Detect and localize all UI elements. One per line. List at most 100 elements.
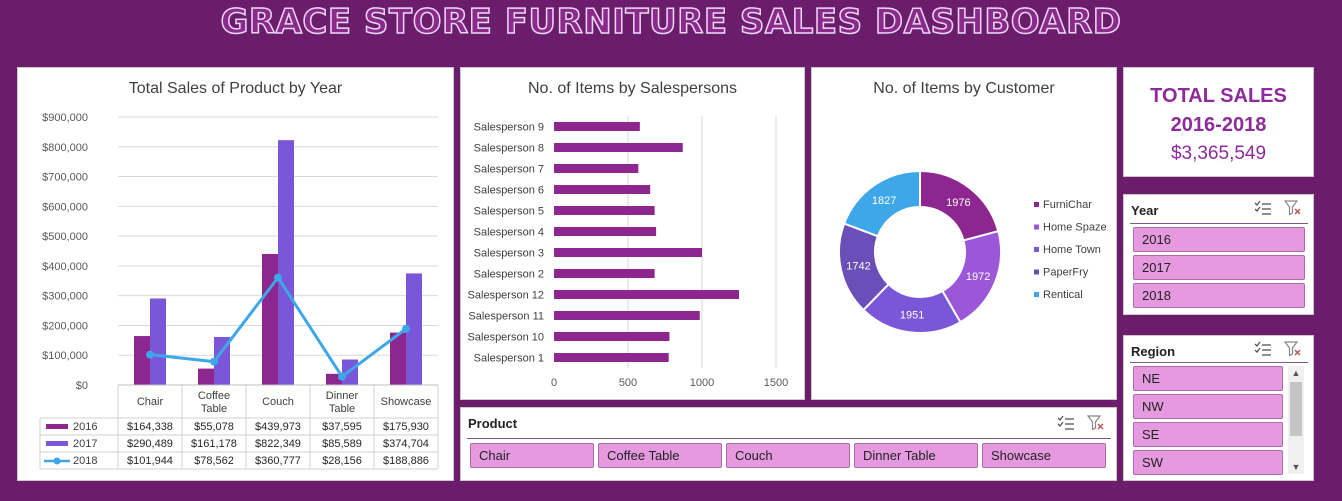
region-slicer-item[interactable]: SE xyxy=(1133,422,1283,447)
category-label: Salesperson 2 xyxy=(474,269,544,281)
point-2018 xyxy=(274,273,282,282)
table-cell: $822,349 xyxy=(255,438,301,450)
region-slicer-item[interactable]: SW xyxy=(1133,450,1283,475)
region-slicer-item[interactable]: NE xyxy=(1133,366,1283,391)
x-category-label: Table xyxy=(201,403,227,415)
salespersons-panel: No. of Items by Salespersons 0 500 1000 150… xyxy=(460,67,805,400)
table-cell: $78,562 xyxy=(194,455,234,467)
customers-panel: No. of Items by Customer 1976 1972 1951 174… xyxy=(811,67,1117,400)
slice-label: 1976 xyxy=(946,197,970,209)
x-tick-label: 1000 xyxy=(690,377,714,389)
clear-filter-icon[interactable] xyxy=(1284,341,1302,357)
scroll-thumb[interactable] xyxy=(1290,382,1302,436)
bar-2017 xyxy=(278,140,294,385)
dashboard-title: GRACE STORE FURNITURE SALES DASHBOARD xyxy=(220,1,1122,43)
bar-2016 xyxy=(198,368,214,385)
legend-key xyxy=(1034,269,1039,275)
legend-key xyxy=(1034,247,1039,252)
region-slicer-item[interactable]: NW xyxy=(1133,394,1283,419)
table-cell: $188,886 xyxy=(383,455,429,467)
legend-label: Rentical xyxy=(1043,289,1083,301)
slice-label: 1972 xyxy=(966,271,990,283)
product-slicer-item[interactable]: Dinner Table xyxy=(854,443,978,468)
legend-label-2017: 2017 xyxy=(73,438,97,450)
region-slicer-divider xyxy=(1130,362,1308,363)
multi-select-icon[interactable] xyxy=(1254,200,1272,216)
x-category-label: Showcase xyxy=(381,396,432,408)
slice-label: 1742 xyxy=(846,261,870,273)
legend-key xyxy=(1034,292,1039,297)
product-slicer-divider xyxy=(467,438,1111,439)
salesperson-bar xyxy=(554,185,651,194)
salesperson-bar xyxy=(554,164,639,173)
product-slicer-item[interactable]: Couch xyxy=(726,443,850,468)
slice-label: 1827 xyxy=(872,195,896,207)
table-cell: $290,489 xyxy=(127,438,173,450)
customers-donut-chart: 1976 1972 1951 1742 1827 FurniChar Home Spaze H… xyxy=(838,169,1107,334)
year-slicer-item[interactable]: 2017 xyxy=(1133,255,1305,280)
multi-select-icon[interactable] xyxy=(1254,341,1272,357)
sales-by-year-panel: Total Sales of Product by Year $0 $100,00… xyxy=(17,67,454,481)
product-slicer-item[interactable]: Coffee Table xyxy=(598,443,722,468)
legend-label: FurniChar xyxy=(1043,199,1092,211)
y-tick-label: $400,000 xyxy=(42,261,88,273)
year-slicer-divider xyxy=(1130,223,1308,224)
bar-2016 xyxy=(134,336,150,385)
table-cell: $85,589 xyxy=(322,438,362,450)
category-label: Salesperson 11 xyxy=(468,311,544,323)
x-tick-label: 500 xyxy=(619,377,637,389)
y-tick-label: $300,000 xyxy=(42,291,88,303)
product-slicer-item[interactable]: Chair xyxy=(470,443,594,468)
y-tick-label: $0 xyxy=(76,380,88,392)
table-cell: $101,944 xyxy=(127,455,173,467)
category-label: Salesperson 12 xyxy=(468,290,544,302)
table-cell: $164,338 xyxy=(127,421,173,433)
region-slicer: Region NE NW SE SW ▲ ▼ xyxy=(1123,335,1314,481)
product-slicer-item[interactable]: Showcase xyxy=(982,443,1106,468)
y-tick-label: $800,000 xyxy=(42,142,88,154)
total-sales-card: TOTAL SALES 2016-2018 $3,365,549 xyxy=(1123,67,1314,177)
table-cell: $161,178 xyxy=(191,438,237,450)
x-category-label: Coffee xyxy=(198,390,230,402)
category-label: Salesperson 9 xyxy=(474,122,544,134)
legend-label-2016: 2016 xyxy=(73,421,97,433)
table-cell: $360,777 xyxy=(255,455,301,467)
point-2018 xyxy=(402,324,410,333)
y-tick-label: $600,000 xyxy=(42,201,88,213)
y-tick-label: $900,000 xyxy=(42,112,88,124)
table-cell: $439,973 xyxy=(255,421,301,433)
bar-2016 xyxy=(262,253,278,385)
category-label: Salesperson 8 xyxy=(474,143,544,155)
year-slicer-item[interactable]: 2018 xyxy=(1133,283,1305,308)
product-slicer: Product Chair Coffee Table Couch Dinner Tab… xyxy=(460,407,1117,481)
total-sales-period: 2016-2018 xyxy=(1170,114,1267,136)
salesperson-bar xyxy=(554,353,669,362)
legend-key-point xyxy=(53,457,61,465)
region-scrollbar[interactable]: ▲ ▼ xyxy=(1288,366,1304,474)
clear-filter-icon[interactable] xyxy=(1087,415,1105,431)
sales-by-year-chart: $0 $100,000 $200,000 $300,000 $400,000 $500,0… xyxy=(39,112,439,470)
x-category-label: Table xyxy=(329,403,355,415)
legend-key-2017 xyxy=(46,441,68,446)
legend-label: Home Spaze xyxy=(1043,222,1107,234)
salesperson-bar xyxy=(554,332,670,341)
year-slicer-item[interactable]: 2016 xyxy=(1133,227,1305,252)
salesperson-bar xyxy=(554,269,655,278)
category-label: Salesperson 5 xyxy=(474,206,544,218)
legend-label-2018: 2018 xyxy=(73,455,97,467)
x-tick-label: 0 xyxy=(551,377,557,389)
category-label: Salesperson 4 xyxy=(474,227,544,239)
salesperson-bar xyxy=(554,290,739,299)
table-cell: $28,156 xyxy=(322,455,362,467)
scroll-down-icon[interactable]: ▼ xyxy=(1288,460,1304,474)
salespersons-chart: 0 500 1000 1500 Salesperson 9 Salesperson 8 Sa… xyxy=(468,116,788,389)
salesperson-bar xyxy=(554,248,702,257)
clear-filter-icon[interactable] xyxy=(1284,200,1302,216)
table-cell: $55,078 xyxy=(194,421,234,433)
salesperson-bar xyxy=(554,311,700,320)
legend-label: Home Town xyxy=(1043,244,1101,256)
multi-select-icon[interactable] xyxy=(1057,415,1075,431)
scroll-up-icon[interactable]: ▲ xyxy=(1288,366,1304,380)
category-label: Salesperson 6 xyxy=(474,185,544,197)
legend-key xyxy=(1034,224,1039,230)
